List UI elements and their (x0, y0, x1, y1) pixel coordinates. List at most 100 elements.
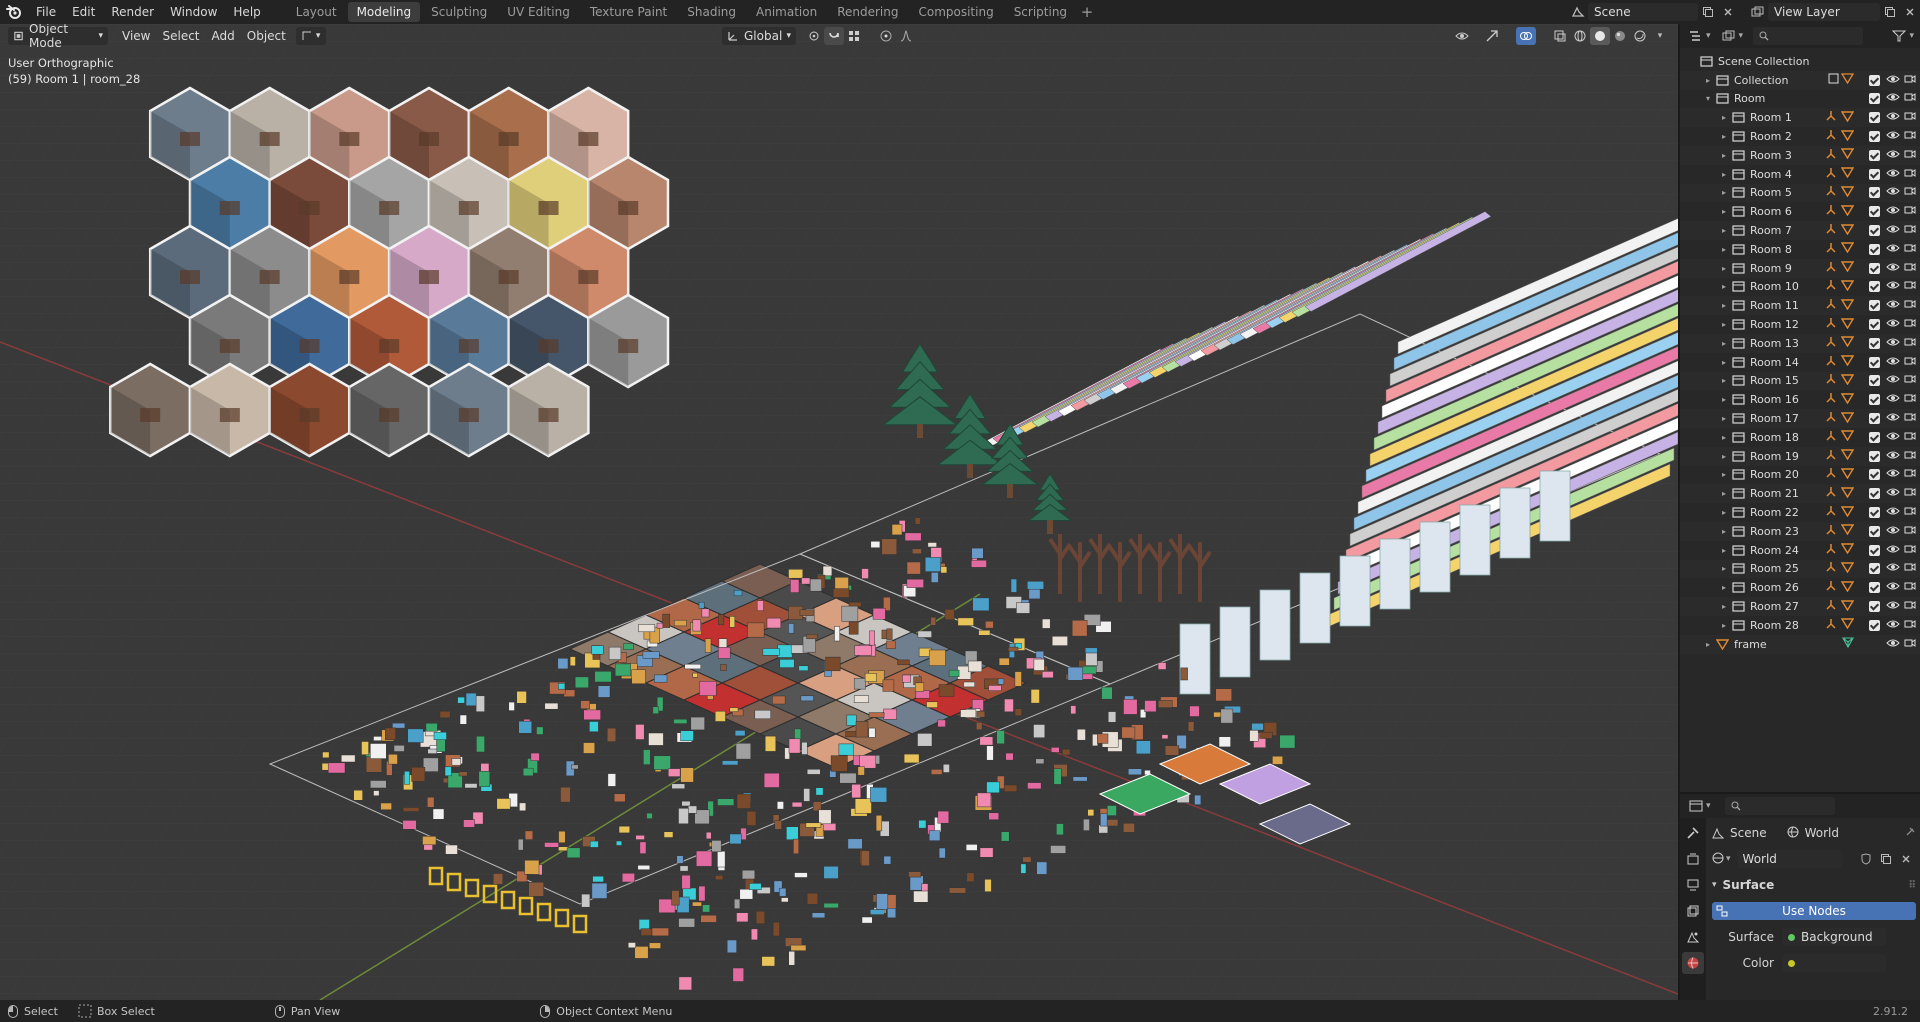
expand-toggle-icon[interactable]: ▸ (1718, 583, 1730, 592)
armature-icon[interactable] (1825, 298, 1837, 313)
outliner-row-room-3[interactable]: ▸ Room 3 (1680, 145, 1920, 165)
outliner-row-room-14[interactable]: ▸ Room 14 (1680, 353, 1920, 372)
output-tab-icon[interactable] (1682, 874, 1704, 896)
exclude-checkbox[interactable] (1869, 206, 1880, 218)
object-data-icon[interactable] (1840, 430, 1855, 444)
exclude-checkbox[interactable] (1869, 356, 1880, 368)
hide-eye-icon[interactable] (1884, 561, 1902, 576)
new-view-layer-icon[interactable] (1880, 3, 1900, 21)
render-camera-icon[interactable] (1902, 505, 1918, 520)
visibility-icon[interactable] (1452, 27, 1472, 45)
select-mode-dropdown[interactable]: ▾ (295, 27, 326, 45)
pin-icon[interactable] (1904, 826, 1916, 841)
hide-eye-icon[interactable] (1884, 580, 1902, 595)
falloff-curve-icon[interactable] (896, 27, 916, 45)
object-data-icon[interactable] (1840, 581, 1855, 595)
exclude-checkbox[interactable] (1869, 619, 1880, 631)
hide-eye-icon[interactable] (1884, 505, 1902, 520)
expand-toggle-icon[interactable]: ▸ (1718, 320, 1730, 329)
render-camera-icon[interactable] (1902, 336, 1918, 351)
expand-toggle-icon[interactable]: ▸ (1718, 470, 1730, 479)
add-workspace-button[interactable]: + (1078, 3, 1096, 21)
outliner-row-room-13[interactable]: ▸ Room 13 (1680, 333, 1920, 353)
expand-toggle-icon[interactable]: ▸ (1718, 113, 1730, 122)
armature-icon[interactable] (1825, 167, 1837, 182)
expand-toggle-icon[interactable]: ▸ (1718, 170, 1730, 179)
render-camera-icon[interactable] (1902, 317, 1918, 332)
armature-icon[interactable] (1825, 242, 1837, 257)
outliner-row-room-24[interactable]: ▸ Room 24 (1680, 541, 1920, 560)
render-camera-icon[interactable] (1902, 129, 1918, 144)
workspace-tab-rendering[interactable]: Rendering (828, 2, 907, 22)
render-camera-icon[interactable] (1902, 185, 1918, 200)
outliner-row-room-6[interactable]: ▸ Room 6 (1680, 202, 1920, 221)
armature-icon[interactable] (1825, 411, 1837, 426)
hide-eye-icon[interactable] (1884, 91, 1902, 106)
hide-eye-icon[interactable] (1884, 317, 1902, 332)
render-camera-icon[interactable] (1902, 261, 1918, 276)
color-field[interactable] (1782, 954, 1886, 972)
outliner-row-room-25[interactable]: ▸ Room 25 (1680, 559, 1920, 579)
hide-eye-icon[interactable] (1884, 467, 1902, 482)
expand-toggle-icon[interactable]: ▸ (1718, 414, 1730, 423)
workspace-tab-texture-paint[interactable]: Texture Paint (581, 2, 676, 22)
expand-toggle-icon[interactable]: ▸ (1702, 76, 1714, 85)
expand-toggle-icon[interactable]: ▸ (1718, 433, 1730, 442)
surface-panel-header[interactable]: ▾ Surface ⠿ (1708, 872, 1920, 898)
render-camera-icon[interactable] (1902, 167, 1918, 182)
hide-eye-icon[interactable] (1884, 486, 1902, 501)
outliner-row-frame[interactable]: ▸ frame (1680, 634, 1920, 654)
armature-icon[interactable] (1825, 185, 1837, 200)
exclude-checkbox[interactable] (1869, 375, 1880, 387)
fake-user-shield-icon[interactable] (1856, 850, 1876, 868)
use-nodes-button[interactable]: Use Nodes (1712, 902, 1916, 920)
expand-toggle-icon[interactable]: ▸ (1718, 358, 1730, 367)
outliner-row-room[interactable]: ▾ Room (1680, 90, 1920, 109)
armature-icon[interactable] (1825, 580, 1837, 595)
render-camera-icon[interactable] (1902, 355, 1918, 370)
hide-eye-icon[interactable] (1884, 73, 1902, 88)
menu-file[interactable]: File (28, 0, 64, 24)
object-data-icon[interactable] (1840, 167, 1855, 181)
duplicate-world-icon[interactable] (1876, 850, 1896, 868)
outliner-row-collection[interactable]: ▸ Collection (1680, 70, 1920, 90)
armature-icon[interactable] (1825, 279, 1837, 294)
object-data-icon[interactable] (1840, 111, 1855, 125)
outliner-row-room-9[interactable]: ▸ Room 9 (1680, 258, 1920, 278)
armature-icon[interactable] (1825, 110, 1837, 125)
mode-dropdown[interactable]: Object Mode ▾ (8, 24, 108, 50)
exclude-checkbox[interactable] (1869, 319, 1880, 331)
properties-editor-icon[interactable] (1686, 797, 1706, 815)
render-camera-icon[interactable] (1902, 91, 1918, 106)
orientation-dropdown[interactable]: Global ▾ (722, 27, 796, 45)
hide-eye-icon[interactable] (1884, 411, 1902, 426)
armature-icon[interactable] (1825, 204, 1837, 219)
exclude-checkbox[interactable] (1869, 337, 1880, 349)
hide-eye-icon[interactable] (1884, 392, 1902, 407)
workspace-tab-compositing[interactable]: Compositing (909, 2, 1002, 22)
exclude-checkbox[interactable] (1869, 300, 1880, 312)
new-scene-icon[interactable] (1698, 3, 1718, 21)
render-camera-icon[interactable] (1902, 449, 1918, 464)
render-camera-icon[interactable] (1902, 561, 1918, 576)
hide-eye-icon[interactable] (1884, 524, 1902, 539)
exclude-checkbox[interactable] (1869, 507, 1880, 519)
armature-icon[interactable] (1825, 486, 1837, 501)
armature-icon[interactable] (1825, 467, 1837, 482)
overlays-icon[interactable] (1516, 27, 1536, 45)
expand-toggle-icon[interactable]: ▸ (1718, 132, 1730, 141)
shading-options-chevron-icon[interactable]: ▾ (1650, 27, 1670, 45)
unlink-world-icon[interactable] (1896, 850, 1916, 868)
outliner-row-room-22[interactable]: ▸ Room 22 (1680, 503, 1920, 522)
snap-target-icon[interactable] (844, 27, 864, 45)
hide-eye-icon[interactable] (1884, 373, 1902, 388)
outliner-row-room-11[interactable]: ▸ Room 11 (1680, 296, 1920, 316)
render-camera-icon[interactable] (1902, 486, 1918, 501)
object-data-icon[interactable] (1840, 599, 1855, 614)
3d-viewport[interactable]: Object Mode ▾ View Select Add Object ▾ Glob… (0, 24, 1678, 1000)
proportional-edit-icon[interactable] (876, 27, 896, 45)
view-layer-tab-icon[interactable] (1682, 900, 1704, 922)
viewport-menu-view[interactable]: View (116, 27, 156, 45)
exclude-checkbox[interactable] (1869, 187, 1880, 199)
hide-eye-icon[interactable] (1884, 148, 1902, 163)
